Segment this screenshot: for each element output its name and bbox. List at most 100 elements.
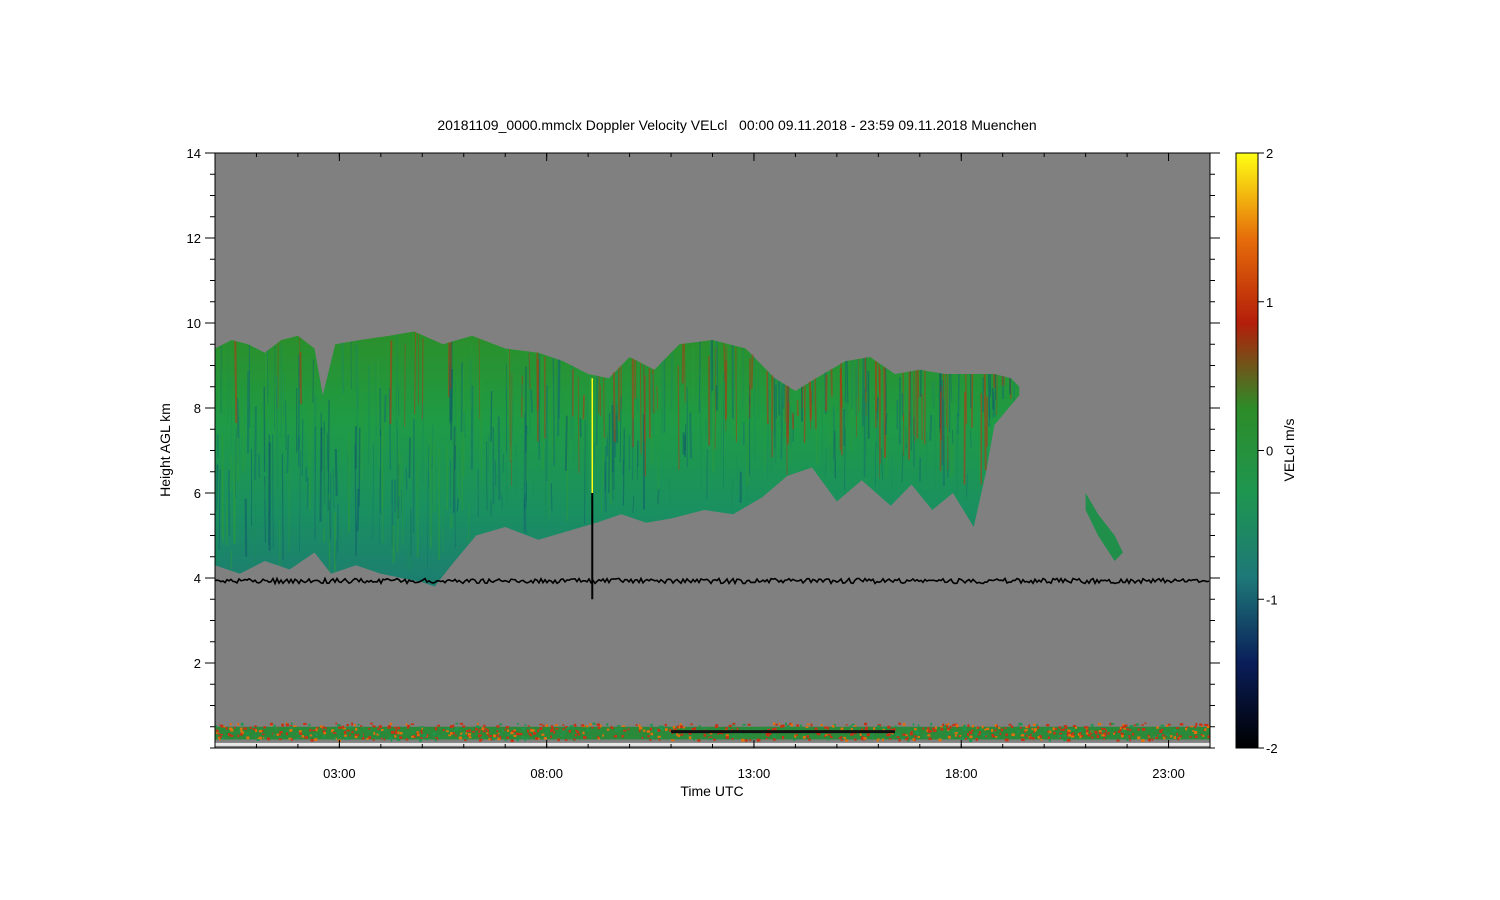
surface-clutter-dot: [773, 738, 776, 741]
cloud-streak: [579, 417, 582, 437]
colorbar-tick-label: -2: [1266, 741, 1278, 756]
surface-clutter-dot: [902, 722, 906, 726]
surface-dark-strip: [671, 730, 895, 734]
surface-clutter-dot: [1059, 734, 1063, 737]
cloud-streak: [643, 364, 645, 442]
surface-clutter-dot: [1072, 725, 1077, 727]
surface-clutter-dot: [568, 729, 572, 733]
surface-clutter-dot: [888, 738, 892, 740]
surface-clutter-dot: [454, 729, 457, 732]
surface-clutter-dot: [420, 737, 423, 739]
surface-clutter-dot: [566, 726, 570, 730]
surface-clutter-dot: [458, 736, 463, 740]
surface-clutter-dot: [616, 725, 621, 727]
surface-clutter-dot: [994, 729, 997, 732]
surface-clutter-dot: [526, 729, 530, 733]
surface-clutter-dot: [217, 733, 221, 735]
surface-clutter-dot: [970, 729, 974, 732]
surface-clutter-dot: [535, 737, 539, 740]
surface-clutter-dot: [995, 736, 998, 738]
surface-clutter-dot: [866, 733, 870, 737]
cloud-streak: [398, 452, 401, 497]
surface-clutter-dot: [657, 728, 661, 732]
surface-clutter-dot: [670, 739, 675, 742]
surface-clutter-dot: [650, 723, 653, 727]
surface-clutter-dot: [1021, 738, 1025, 742]
surface-clutter-dot: [1176, 732, 1178, 736]
surface-clutter-dot: [545, 724, 549, 728]
surface-clutter-dot: [940, 728, 944, 731]
cloud-streak: [404, 343, 406, 427]
surface-clutter-dot: [703, 733, 707, 737]
cloud-streak: [234, 341, 238, 424]
cloud-streak: [486, 433, 490, 474]
surface-clutter-dot: [464, 739, 467, 742]
cloud-streak: [766, 371, 769, 425]
surface-clutter-dot: [309, 728, 312, 732]
surface-clutter-dot: [1147, 738, 1152, 742]
surface-clutter-dot: [917, 736, 920, 738]
cloud-streak: [275, 376, 279, 492]
surface-clutter-dot: [638, 726, 643, 730]
cloud-streak: [824, 447, 828, 478]
surface-clutter-dot: [1048, 728, 1051, 731]
surface-clutter-dot: [502, 729, 505, 732]
surface-clutter-dot: [877, 738, 880, 740]
surface-clutter-dot: [481, 727, 485, 731]
cloud-streak: [238, 386, 241, 418]
surface-clutter-dot: [455, 734, 457, 737]
surface-clutter-dot: [1158, 733, 1162, 736]
surface-clutter-dot: [264, 736, 267, 740]
cloud-streak: [281, 454, 284, 560]
surface-clutter-dot: [945, 724, 948, 728]
surface-clutter-dot: [349, 734, 351, 737]
surface-clutter-dot: [1107, 732, 1110, 735]
surface-clutter-dot: [541, 733, 545, 736]
surface-clutter-dot: [1000, 728, 1004, 732]
cloud-streak: [242, 425, 246, 473]
surface-clutter-dot: [898, 722, 902, 725]
surface-clutter-dot: [496, 725, 500, 728]
surface-clutter-dot: [991, 729, 994, 732]
cloud-streak: [991, 388, 995, 410]
cloud-streak: [814, 378, 817, 430]
surface-clutter-dot: [324, 727, 327, 730]
surface-clutter-dot: [496, 734, 499, 737]
surface-clutter-dot: [1103, 737, 1106, 740]
surface-clutter-dot: [275, 727, 278, 729]
surface-clutter-dot: [455, 722, 459, 725]
surface-clutter-dot: [649, 727, 653, 731]
surface-clutter-dot: [643, 729, 646, 732]
cloud-streak: [405, 467, 408, 490]
surface-clutter-dot: [220, 733, 223, 736]
surface-clutter-dot: [521, 735, 525, 739]
surface-clutter-dot: [390, 739, 393, 742]
surface-clutter-dot: [871, 735, 874, 738]
surface-clutter-dot: [315, 728, 318, 731]
surface-clutter-dot: [237, 722, 240, 726]
surface-clutter-dot: [725, 727, 729, 730]
surface-clutter-dot: [690, 723, 693, 726]
surface-clutter-dot: [863, 737, 867, 740]
y-tick-label: 4: [194, 571, 201, 586]
surface-clutter-dot: [465, 730, 469, 733]
surface-clutter-dot: [397, 738, 401, 742]
cloud-streak: [832, 405, 836, 432]
chart-title: 20181109_0000.mmclx Doppler Velocity VEL…: [437, 117, 1036, 133]
surface-clutter-dot: [664, 723, 667, 727]
surface-clutter-dot: [1052, 727, 1055, 731]
surface-clutter-dot: [958, 735, 961, 738]
surface-clutter-dot: [1178, 735, 1183, 738]
surface-clutter-dot: [1068, 739, 1071, 742]
cloud-streak: [815, 427, 818, 465]
surface-clutter-dot: [650, 732, 654, 736]
surface-clutter-dot: [786, 725, 790, 728]
surface-clutter-dot: [1160, 724, 1163, 727]
cloud-streak: [392, 387, 395, 401]
surface-clutter-dot: [524, 724, 527, 726]
cloud-streak: [864, 401, 868, 459]
surface-clutter-dot: [778, 722, 781, 726]
cloud-streak: [490, 391, 493, 442]
cloud-streak: [681, 343, 685, 384]
surface-clutter-dot: [298, 735, 302, 738]
